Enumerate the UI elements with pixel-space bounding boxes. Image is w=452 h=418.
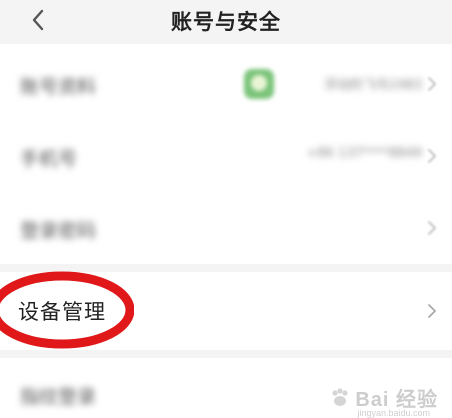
row-login-password[interactable]: 登录密码 [0, 192, 452, 264]
settings-group-account: 账号资料 浮动的飞鸟1983 手机号 +86 137****8849 登录密码 [0, 44, 452, 264]
chevron-right-icon [428, 304, 436, 318]
page-title: 账号与安全 [171, 10, 281, 34]
nav-header: 账号与安全 [0, 0, 452, 40]
chevron-right-icon [428, 77, 436, 91]
row-label: 手机号 [20, 148, 78, 170]
watermark-subtext: jingyan.baidu.com [357, 408, 430, 418]
row-account-profile[interactable]: 账号资料 浮动的飞鸟1983 [0, 48, 452, 120]
row-value: +86 137****8849 [306, 146, 422, 161]
row-label: 登录密码 [20, 220, 97, 242]
chevron-right-icon [428, 149, 436, 163]
annotation-circle [0, 271, 134, 349]
avatar [244, 69, 274, 99]
chevron-right-icon [428, 221, 436, 235]
paw-icon [332, 387, 348, 406]
account-security-screen: 账号与安全 账号资料 浮动的飞鸟1983 手机号 +86 137****8849… [0, 0, 452, 418]
row-value: 浮动的飞鸟1983 [323, 78, 422, 93]
row-label: 账号资料 [20, 76, 97, 98]
row-label: 指纹登录 [20, 386, 97, 408]
row-phone-number[interactable]: 手机号 +86 137****8849 [0, 120, 452, 192]
